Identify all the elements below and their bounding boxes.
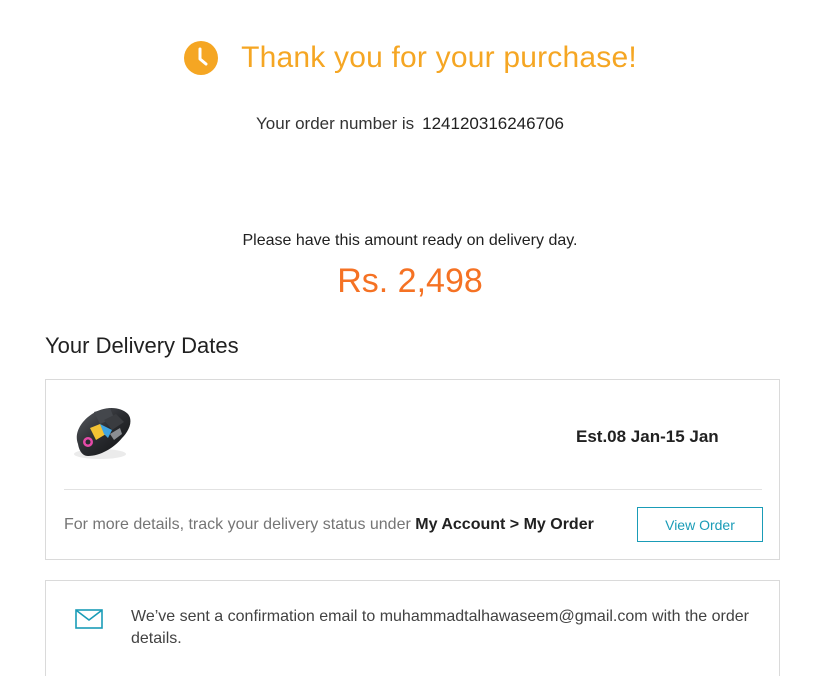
amount-due: Rs. 2,498 — [337, 262, 483, 300]
delivery-estimate: Est.08 Jan-15 Jan — [576, 427, 719, 446]
clock-icon — [184, 41, 219, 75]
email-confirmation-text: We’ve sent a confirmation email to muham… — [131, 608, 749, 647]
mail-icon — [75, 609, 103, 629]
thank-you-header: Thank you for your purchase! — [0, 38, 820, 78]
gaming-mouse-image[interactable] — [70, 404, 134, 464]
email-confirmation-card: We’ve sent a confirmation email to muham… — [45, 580, 780, 676]
view-order-button[interactable]: View Order — [637, 507, 763, 542]
track-delivery-text: For more details, track your delivery st… — [64, 516, 594, 534]
my-order-path: My Account > My Order — [415, 516, 594, 533]
amount-prompt: Please have this amount ready on deliver… — [242, 232, 578, 249]
page-title: Thank you for your purchase! — [241, 41, 637, 74]
order-number-label: Your order number is — [256, 114, 415, 133]
delivery-dates-heading: Your Delivery Dates — [45, 333, 239, 358]
delivery-card: Est.08 Jan-15 Jan For more details, trac… — [45, 379, 780, 560]
order-confirmation-page: Thank you for your purchase! Your order … — [0, 0, 820, 676]
order-number: 124120316246706 — [422, 114, 564, 133]
card-divider — [64, 489, 762, 490]
order-number-line: Your order number is 124120316246706 — [0, 114, 820, 134]
track-prefix: For more details, track your delivery st… — [64, 516, 411, 533]
